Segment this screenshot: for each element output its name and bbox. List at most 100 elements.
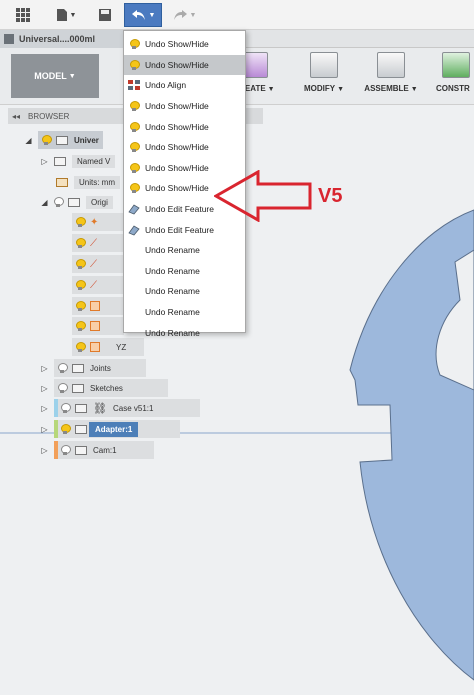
component-icon bbox=[75, 403, 87, 413]
visibility-bulb-icon[interactable] bbox=[61, 403, 71, 413]
origin-axis-row[interactable]: ⟋ bbox=[72, 234, 124, 252]
folder-icon bbox=[72, 383, 84, 393]
origin-plane-row[interactable] bbox=[72, 317, 124, 335]
visibility-bulb-icon[interactable] bbox=[76, 259, 86, 269]
undo-menu-item[interactable]: Undo Edit Feature bbox=[124, 219, 245, 240]
component-color-stripe bbox=[54, 441, 58, 459]
modify-label: MODIFY bbox=[303, 84, 336, 93]
tree-item-sketches[interactable]: ▷ Sketches bbox=[40, 379, 168, 397]
adapter-part[interactable] bbox=[349, 209, 474, 681]
plane-icon bbox=[90, 342, 100, 352]
origin-axis-row[interactable]: ⟋ bbox=[72, 276, 124, 294]
tree-item-named-views[interactable]: ▷ Named V bbox=[40, 152, 116, 170]
tree-root[interactable]: ◢ Univer bbox=[24, 131, 103, 149]
undo-menu-item[interactable]: Undo Show/Hide bbox=[124, 137, 245, 158]
save-button[interactable] bbox=[94, 3, 116, 27]
workspace-switcher[interactable]: MODEL ▼ bbox=[11, 54, 99, 98]
expand-triangle-icon[interactable]: ▷ bbox=[40, 424, 49, 434]
undo-menu-item[interactable]: Undo Rename bbox=[124, 240, 245, 261]
assemble-label: ASSEMBLE bbox=[364, 84, 409, 93]
root-label: Univer bbox=[74, 135, 99, 145]
construct-menu[interactable]: CONSTR bbox=[436, 52, 474, 93]
origin-axis-row[interactable]: ⟋ bbox=[72, 255, 124, 273]
plane-icon bbox=[90, 321, 100, 331]
visibility-bulb-icon[interactable] bbox=[54, 197, 64, 207]
edit-feature-icon bbox=[128, 203, 140, 215]
undo-menu-item[interactable]: Undo Rename bbox=[124, 322, 245, 343]
visibility-bulb-icon[interactable] bbox=[61, 445, 71, 455]
tree-item-units[interactable]: Units: mm bbox=[56, 173, 120, 191]
undo-menu-item[interactable]: Undo Rename bbox=[124, 281, 245, 302]
visibility-bulb-icon[interactable] bbox=[42, 135, 52, 145]
undo-menu-item[interactable]: Undo Show/Hide bbox=[124, 54, 245, 76]
yz-label: YZ bbox=[116, 342, 127, 352]
redo-icon bbox=[173, 10, 187, 20]
visibility-bulb-icon[interactable] bbox=[76, 342, 86, 352]
collapse-triangle-icon[interactable]: ◢ bbox=[40, 197, 49, 207]
visibility-bulb-icon[interactable] bbox=[76, 217, 86, 227]
edit-feature-icon bbox=[128, 224, 140, 236]
redo-button[interactable]: ▼ bbox=[168, 3, 200, 27]
tree-item-origin[interactable]: ◢ Origi bbox=[40, 193, 113, 211]
align-icon bbox=[128, 79, 140, 91]
save-icon bbox=[99, 9, 111, 21]
document-tab[interactable]: Universal....000ml bbox=[0, 30, 130, 48]
axis-icon: ⟋ bbox=[90, 258, 97, 270]
undo-menu-item[interactable]: Undo Rename bbox=[124, 302, 245, 323]
assemble-menu[interactable]: ASSEMBLE ▼ bbox=[360, 52, 422, 93]
expand-triangle-icon[interactable]: ▷ bbox=[40, 156, 49, 166]
visibility-bulb-icon[interactable] bbox=[61, 424, 71, 434]
expand-triangle-icon[interactable]: ▷ bbox=[40, 445, 49, 455]
quick-access-toolbar: ▼ ▼ ▼ bbox=[0, 0, 474, 30]
joints-label: Joints bbox=[90, 363, 111, 373]
visibility-bulb-icon[interactable] bbox=[76, 321, 86, 331]
grid-icon[interactable] bbox=[10, 3, 36, 27]
link-icon: ⛓ bbox=[93, 402, 107, 415]
undo-menu-item[interactable]: Undo Show/Hide bbox=[124, 96, 245, 117]
collapse-icon[interactable]: ◂◂ bbox=[12, 112, 20, 121]
undo-menu-item[interactable]: Undo Rename bbox=[124, 261, 245, 282]
collapse-triangle-icon[interactable]: ◢ bbox=[24, 135, 33, 145]
workspace-label: MODEL bbox=[34, 71, 67, 81]
browser-title: BROWSER bbox=[28, 111, 70, 121]
origin-point-row[interactable]: ✦ bbox=[72, 213, 124, 231]
expand-triangle-icon[interactable]: ▷ bbox=[40, 403, 49, 413]
visibility-bulb-icon[interactable] bbox=[58, 383, 68, 393]
undo-menu-item[interactable]: Undo Show/Hide bbox=[124, 116, 245, 137]
file-menu-button[interactable]: ▼ bbox=[52, 3, 80, 27]
expand-triangle-icon[interactable]: ▷ bbox=[40, 383, 49, 393]
visibility-bulb-icon[interactable] bbox=[76, 280, 86, 290]
cam-label: Cam:1 bbox=[93, 445, 117, 455]
visibility-bulb-icon[interactable] bbox=[76, 238, 86, 248]
undo-icon bbox=[131, 10, 145, 20]
undo-button[interactable]: ▼ bbox=[124, 3, 162, 27]
tree-item-case[interactable]: ▷ ⛓ Case v51:1 bbox=[40, 399, 200, 417]
adapter-label: Adapter:1 bbox=[89, 421, 139, 437]
component-color-stripe bbox=[54, 420, 58, 438]
origin-plane-row[interactable] bbox=[72, 297, 124, 315]
visibility-bulb-icon[interactable] bbox=[58, 363, 68, 373]
component-icon bbox=[75, 445, 87, 455]
visibility-bulb-icon[interactable] bbox=[76, 301, 86, 311]
annotation-arrow bbox=[214, 170, 312, 222]
undo-menu-item[interactable]: Undo Show/Hide bbox=[124, 34, 245, 55]
document-title: Universal....000ml bbox=[19, 34, 96, 44]
assemble-icon bbox=[377, 52, 405, 78]
origin-point-icon: ✦ bbox=[90, 216, 99, 228]
units-icon bbox=[56, 177, 68, 187]
undo-menu-item[interactable]: Undo Align bbox=[124, 75, 245, 96]
modify-menu[interactable]: MODIFY ▼ bbox=[300, 52, 348, 93]
sketches-label: Sketches bbox=[90, 383, 123, 393]
tree-item-cam[interactable]: ▷ Cam:1 bbox=[40, 441, 154, 459]
cube-icon bbox=[4, 34, 14, 44]
named-views-label: Named V bbox=[72, 154, 116, 168]
tree-item-adapter[interactable]: ▷ Adapter:1 bbox=[40, 420, 180, 438]
tree-item-joints[interactable]: ▷ Joints bbox=[40, 359, 146, 377]
file-icon bbox=[56, 9, 67, 21]
axis-icon: ⟋ bbox=[90, 279, 97, 291]
bulb-icon bbox=[128, 59, 140, 71]
bulb-icon bbox=[128, 100, 140, 112]
expand-triangle-icon[interactable]: ▷ bbox=[40, 363, 49, 373]
bulb-icon bbox=[128, 141, 140, 153]
adapter-inner-cutout bbox=[435, 249, 474, 391]
